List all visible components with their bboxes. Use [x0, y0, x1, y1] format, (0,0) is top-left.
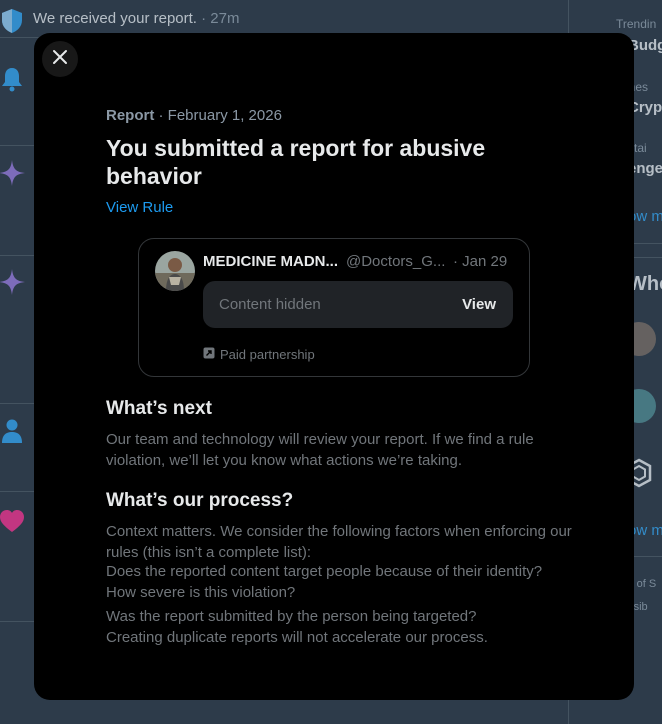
- paid-partnership-label: Paid partnership: [203, 347, 315, 362]
- paid-partnership-text: Paid partnership: [220, 347, 315, 362]
- whats-next-body: Our team and technology will review your…: [106, 431, 534, 469]
- reported-post-card[interactable]: MEDICINE MADN... @Doctors_G... · Jan 29 …: [138, 238, 530, 377]
- process-item: Was the report submitted by the person b…: [106, 608, 477, 625]
- close-button[interactable]: [42, 41, 78, 77]
- content-hidden-text: Content hidden: [219, 296, 321, 313]
- process-item: How severe is this violation?: [106, 584, 296, 601]
- content-hidden-box: Content hidden View: [203, 281, 513, 328]
- process-item: Does the reported content target people …: [106, 563, 543, 580]
- post-author-name[interactable]: MEDICINE MADN...: [203, 253, 338, 270]
- post-author-handle[interactable]: @Doctors_G...: [346, 253, 445, 270]
- process-heading: What’s our process?: [106, 490, 294, 511]
- report-meta: Report · February 1, 2026: [106, 107, 282, 124]
- report-label: Report: [106, 107, 155, 124]
- view-rule-link[interactable]: View Rule: [106, 199, 173, 216]
- whats-next-heading: What’s next: [106, 398, 212, 419]
- report-date: · February 1, 2026: [158, 107, 282, 124]
- paid-partnership-icon: [203, 347, 215, 362]
- report-details-modal: Report · February 1, 2026 You submitted …: [34, 33, 634, 700]
- close-icon: [51, 48, 69, 71]
- avatar[interactable]: [155, 251, 195, 291]
- process-item: Creating duplicate reports will not acce…: [106, 629, 488, 646]
- post-date: · Jan 29: [453, 253, 508, 270]
- view-content-button[interactable]: View: [462, 296, 496, 313]
- modal-title: You submitted a report for abusive behav…: [106, 135, 486, 189]
- process-intro: Context matters. We consider the followi…: [106, 523, 572, 561]
